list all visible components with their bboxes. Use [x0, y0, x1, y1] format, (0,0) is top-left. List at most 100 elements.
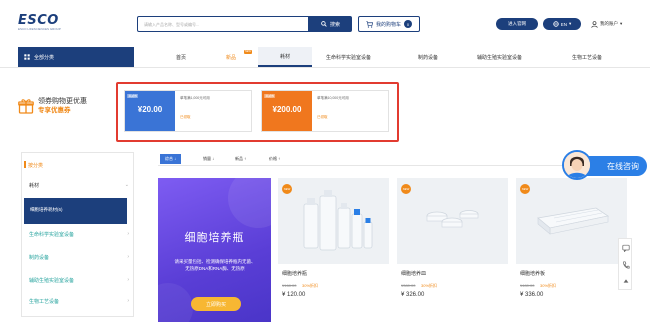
- coupon-card[interactable]: 满减券 ¥200.00 单笔满10,000元可用 已领取: [261, 90, 389, 132]
- chevron-down-icon: ▾: [620, 21, 623, 26]
- chevron-down-icon: ⌄: [124, 182, 129, 188]
- coupon-condition: 单笔满10,000元可用: [317, 96, 349, 100]
- coupon-card[interactable]: 满减券 ¥20.00 单笔满1,000元可用 已领取: [124, 90, 252, 132]
- sidebar-item-label: 辅助生殖实验室设备: [29, 278, 75, 284]
- coupon-title: 领券购物更优惠: [38, 98, 87, 105]
- side-tool-bar: [618, 238, 632, 290]
- language-label: EN: [560, 21, 567, 27]
- language-selector[interactable]: EN ▾: [543, 18, 581, 30]
- search-icon: [321, 21, 327, 27]
- sidebar-item-bioprocess[interactable]: 生物工艺设备 ›: [29, 298, 129, 305]
- cart-label: 我的购物车: [375, 21, 401, 28]
- logo-subtitle: ESCO LIFESCIENCES GROUP: [18, 27, 61, 31]
- buy-now-button[interactable]: 立即购买: [191, 297, 241, 311]
- coupon-condition: 单笔满1,000元可用: [180, 96, 210, 100]
- promo-banner[interactable]: 细胞培养瓶 请采买量包括、检测确保培养瓶内无菌、无热原DNA和RNA酶、无热原 …: [158, 178, 271, 322]
- all-categories-label: 全部分类: [34, 54, 55, 61]
- globe-icon: [553, 21, 559, 27]
- cart-icon: [366, 20, 373, 28]
- sort-bar: [158, 152, 628, 166]
- sidebar-item-life-science[interactable]: 生命科学实验室设备 ›: [29, 231, 129, 238]
- cart-button[interactable]: 我的购物车 0: [358, 16, 420, 32]
- product-price: ¥ 120.00: [282, 292, 306, 298]
- user-icon: [591, 20, 598, 28]
- phone-icon[interactable]: [622, 261, 630, 269]
- flask-bottles-image: [303, 190, 373, 251]
- coupon-amount: ¥20.00: [137, 105, 163, 114]
- product-original-price: ¥380.00: [401, 283, 416, 288]
- new-badge: NEW: [520, 184, 530, 194]
- chat-label: 在线咨询: [607, 161, 639, 171]
- promo-title: 细胞培养瓶: [184, 232, 245, 244]
- agent-avatar: [562, 150, 592, 180]
- sidebar-item-label: 耗材: [29, 183, 40, 189]
- culture-plate-image: [537, 207, 610, 235]
- product-original-price: ¥480.00: [520, 283, 535, 288]
- product-name: 细胞培养瓶: [282, 271, 308, 277]
- product-price: ¥ 336.00: [520, 292, 544, 298]
- product-card[interactable]: NEW 细胞培养皿 ¥380.00 30%折扣 ¥ 326.00: [397, 178, 508, 322]
- esco-logo[interactable]: ESCO ESCO LIFESCIENCES GROUP: [18, 13, 61, 32]
- grid-menu-icon: [24, 54, 30, 60]
- product-original-price: ¥168.00: [282, 283, 297, 288]
- user-account-menu[interactable]: 我的账户 ▾: [591, 18, 622, 30]
- chevron-right-icon: ›: [127, 277, 129, 283]
- logo-text: ESCO: [18, 13, 59, 28]
- search-button-label: 搜索: [329, 21, 340, 28]
- product-card[interactable]: NEW 细胞培养瓶 ¥168.00 30%折扣 ¥ 120.00: [278, 178, 389, 322]
- nav-item-new[interactable]: 新品: [226, 47, 236, 67]
- sidebar-item-cell-culture[interactable]: 细胞培养耗材(6): [24, 198, 127, 224]
- all-categories-button[interactable]: 全部分类: [18, 47, 134, 67]
- sort-sales[interactable]: 销量 ↓: [198, 154, 219, 164]
- chevron-right-icon: ›: [127, 231, 129, 237]
- sort-new[interactable]: 新品 ↑: [230, 154, 251, 164]
- sidebar-title-marker: [24, 161, 26, 168]
- gift-icon: [18, 99, 34, 114]
- nav-item-consumables[interactable]: 耗材: [258, 47, 312, 67]
- search-input[interactable]: 请输入产品名称、型号或编号...: [137, 16, 309, 32]
- product-discount: 30%折扣: [540, 283, 557, 288]
- product-card[interactable]: NEW 细胞培养板 ¥480.00 30%折扣 ¥ 336.00: [516, 178, 627, 322]
- sidebar-item-label: 制药设备: [29, 255, 50, 261]
- product-name: 细胞培养皿: [401, 271, 427, 277]
- product-image: NEW: [516, 178, 627, 264]
- product-discount: 30%折扣: [302, 283, 319, 288]
- nav-item-home[interactable]: 首页: [176, 47, 186, 67]
- user-account-label: 我的账户: [600, 21, 618, 26]
- sidebar-title: 按分类: [28, 163, 44, 169]
- back-to-top-icon[interactable]: [622, 277, 630, 285]
- sort-comprehensive[interactable]: 综合 ↓: [160, 154, 182, 164]
- coupon-amount: ¥200.00: [272, 105, 302, 114]
- product-image: NEW: [278, 178, 389, 264]
- nav-item-pharma[interactable]: 制药设备: [418, 47, 438, 67]
- chevron-right-icon: ›: [127, 254, 129, 260]
- new-badge: NEW: [401, 184, 411, 194]
- promo-description: 请采买量包括、检测确保培养瓶内无菌、无热原DNA和RNA酶、无热原: [174, 259, 256, 271]
- coupon-face: 满减券 ¥20.00: [125, 91, 175, 131]
- product-image: NEW: [397, 178, 508, 264]
- sidebar-item-label: 生命科学实验室设备: [29, 232, 75, 238]
- message-icon[interactable]: [622, 244, 630, 252]
- new-tag-badge: NEW: [244, 50, 252, 54]
- coupon-claim-link[interactable]: 已领取: [180, 115, 191, 120]
- search-button[interactable]: 搜索: [309, 16, 352, 32]
- sidebar-item-ivf[interactable]: 辅助生殖实验室设备 ›: [29, 277, 129, 284]
- product-name: 细胞培养板: [520, 271, 546, 277]
- sidebar-item-pharma[interactable]: 制药设备 ›: [29, 254, 129, 261]
- sort-price[interactable]: 价格 ↑: [264, 154, 285, 164]
- sidebar-item-consumables[interactable]: 耗材 ⌄: [29, 182, 129, 189]
- product-price: ¥ 326.00: [401, 292, 425, 298]
- coupon-banner-label: 领券购物更优惠 专享优惠券: [18, 97, 87, 115]
- product-discount: 30%折扣: [421, 283, 438, 288]
- online-chat-widget[interactable]: 在线咨询: [562, 150, 647, 180]
- petri-dish-image: [426, 210, 479, 228]
- new-badge: NEW: [282, 184, 292, 194]
- coupon-tag: 满减券: [264, 94, 276, 98]
- coupon-tag: 满减券: [127, 94, 139, 98]
- nav-item-life-science[interactable]: 生命科学实验室设备: [326, 47, 371, 67]
- coupon-claim-link[interactable]: 已领取: [317, 115, 328, 120]
- nav-item-ivf[interactable]: 辅助生殖实验室设备: [477, 47, 522, 67]
- nav-item-bioprocess[interactable]: 生物工艺设备: [572, 47, 602, 67]
- coupon-subtitle: 专享优惠券: [38, 107, 71, 114]
- official-site-button[interactable]: 进入官网: [496, 18, 538, 30]
